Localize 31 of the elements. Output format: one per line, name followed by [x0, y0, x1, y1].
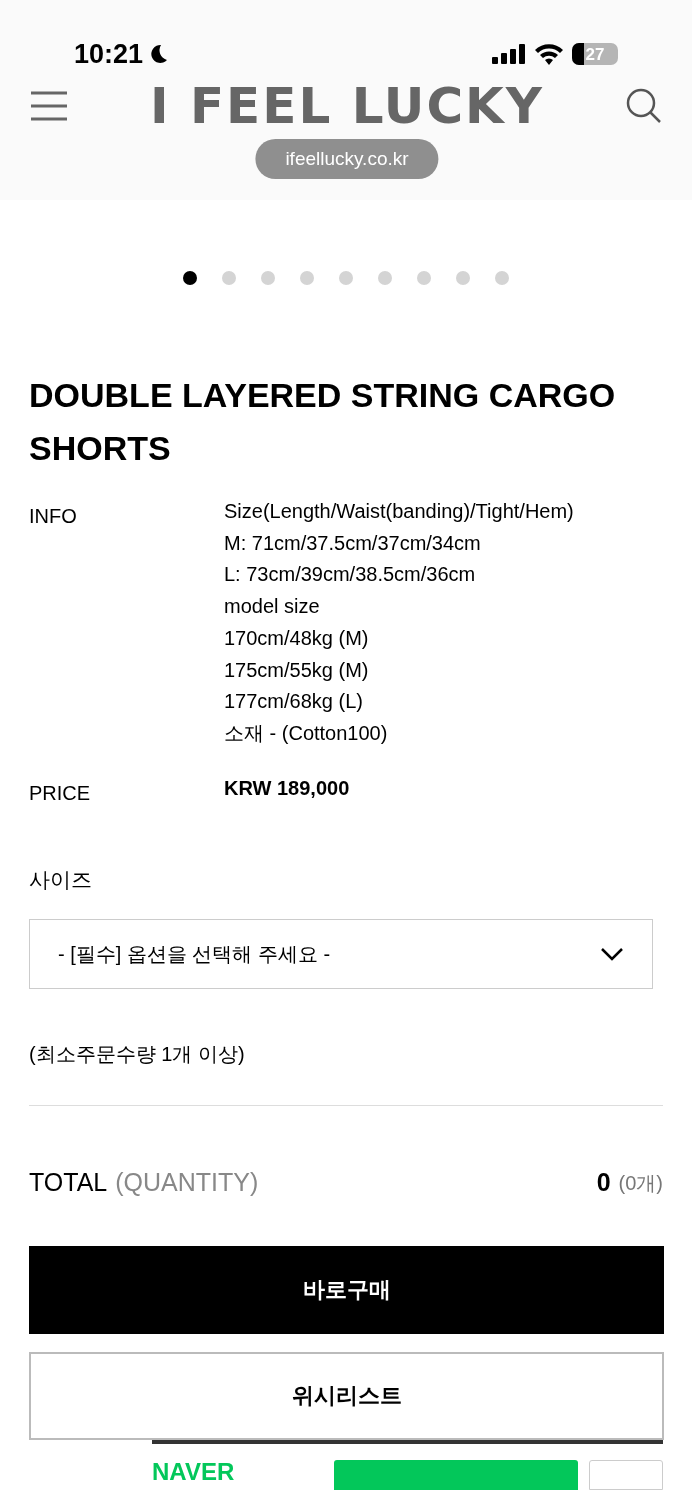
detail-value: M: 71cm/37.5cm/37cm/34cm	[224, 530, 482, 556]
wifi-icon	[534, 43, 564, 66]
detail-value: 170cm/48kg (M)	[224, 625, 370, 651]
clock-time: 10:21	[74, 38, 144, 71]
wishlist-button[interactable]: 위시리스트	[29, 1351, 664, 1440]
detail-value: L: 73cm/39cm/38.5cm/36cm	[224, 562, 477, 588]
minimum-order-note: (최소주문수량 1개 이상)	[29, 1042, 246, 1068]
detail-value: 177cm/68kg (L)	[224, 689, 364, 715]
total-count: (0개)	[618, 1170, 663, 1196]
signal-icon	[492, 44, 526, 65]
detail-value: Size(Length/Waist(banding)/Tight/Hem)	[224, 499, 574, 524]
product-title: DOUBLE LAYERED STRING CARGO SHORTS	[29, 375, 617, 469]
naver-pay-button[interactable]	[334, 1459, 578, 1490]
detail-value: 175cm/55kg (M)	[224, 657, 370, 683]
quantity-label: (QUANTITY)	[115, 1167, 259, 1199]
battery-icon: 27	[572, 43, 618, 66]
option-label: 사이즈	[29, 866, 93, 893]
detail-label: INFO	[29, 504, 78, 529]
detail-label: PRICE	[29, 780, 92, 806]
option-select[interactable]: - [필수] 옵션을 선택해 주세요 -	[29, 919, 653, 990]
total-label: TOTAL	[29, 1167, 108, 1199]
buy-now-button[interactable]: 바로구매	[29, 1245, 664, 1334]
naver-wish-button[interactable]	[589, 1459, 663, 1490]
search-icon[interactable]	[626, 87, 662, 124]
detail-value: KRW 189,000	[224, 775, 350, 801]
total-amount: 0	[596, 1167, 611, 1199]
chevron-down-icon	[600, 947, 624, 962]
logo[interactable]: I FEEL LUCKY	[149, 80, 545, 131]
menu-icon[interactable]	[30, 90, 68, 121]
detail-value: 소재 - (Cotton100)	[224, 720, 389, 746]
detail-value: model size	[224, 594, 321, 620]
